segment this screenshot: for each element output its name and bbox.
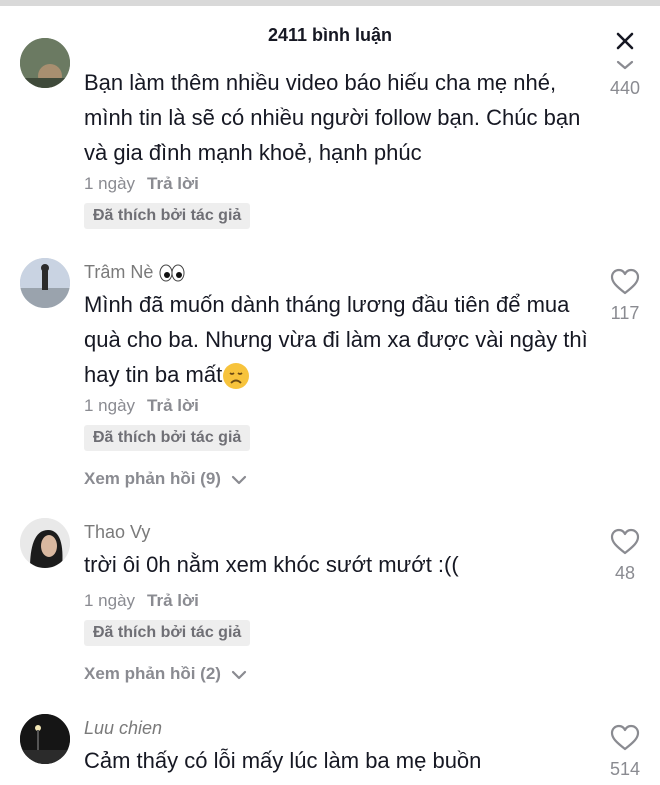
- avatar[interactable]: [20, 258, 70, 308]
- comment-item: Bạn làm thêm nhiều video báo hiếu cha mẹ…: [0, 0, 660, 240]
- avatar-image: [20, 38, 70, 88]
- comment-time: 1 ngày: [84, 396, 136, 415]
- comment-time: 1 ngày: [84, 174, 136, 193]
- view-replies-button[interactable]: Xem phản hồi (9): [84, 469, 248, 489]
- like-count: 514: [609, 759, 641, 779]
- view-replies-button[interactable]: Xem phản hồi (2): [84, 664, 248, 684]
- chevron-down-icon: [616, 60, 634, 70]
- comment-meta: 1 ngày Trả lời: [84, 396, 199, 416]
- comment-text: Bạn làm thêm nhiều video báo hiếu cha mẹ…: [84, 70, 581, 165]
- like-button[interactable]: 440: [600, 58, 650, 99]
- disappointed-face-emoji: [223, 363, 250, 390]
- reply-button[interactable]: Trả lời: [147, 396, 199, 415]
- comment-meta: 1 ngày Trả lời: [84, 174, 199, 194]
- comment-time: 1 ngày: [84, 591, 136, 610]
- liked-by-author-badge: Đã thích bởi tác giả: [84, 425, 251, 451]
- chevron-down-icon: [231, 670, 246, 679]
- heart-outline-icon: [610, 724, 640, 751]
- comment-item: Trâm Nè Mình đã muốn dành tháng lương đầ…: [0, 240, 660, 500]
- like-button[interactable]: 48: [600, 528, 650, 584]
- comment-text: Cảm thấy có lỗi mấy lúc làm ba mẹ buồn: [84, 748, 482, 773]
- comment-item: Thao Vy trời ôi 0h nằm xem khóc sướt mướ…: [0, 500, 660, 710]
- avatar[interactable]: [20, 38, 70, 88]
- username-text: Trâm Nè: [84, 262, 154, 282]
- like-count: 440: [609, 78, 641, 98]
- heart-outline-icon: [610, 528, 640, 555]
- like-button[interactable]: 514: [600, 724, 650, 780]
- like-button[interactable]: 117: [600, 268, 650, 324]
- comment-meta: 1 ngày Trả lời: [84, 591, 199, 611]
- reply-button[interactable]: Trả lời: [147, 591, 199, 610]
- reply-button[interactable]: Trả lời: [147, 174, 199, 193]
- avatar-image: [20, 258, 70, 308]
- view-replies-label: Xem phản hồi (9): [84, 469, 221, 488]
- chevron-down-icon: [231, 475, 246, 484]
- like-count: 117: [610, 303, 640, 323]
- avatar[interactable]: [20, 714, 70, 764]
- heart-outline-icon: [610, 268, 640, 295]
- liked-by-author-badge: Đã thích bởi tác giả: [84, 620, 251, 646]
- avatar-image: [20, 518, 70, 568]
- comment-item: Luu chien Cảm thấy có lỗi mấy lúc làm ba…: [0, 710, 660, 785]
- avatar[interactable]: [20, 518, 70, 568]
- eyes-emoji: [159, 264, 185, 282]
- comment-username[interactable]: Trâm Nè: [84, 262, 186, 283]
- liked-by-author-badge: Đã thích bởi tác giả: [84, 203, 251, 229]
- comment-text: trời ôi 0h nằm xem khóc sướt mướt :((: [84, 552, 459, 577]
- avatar-image: [20, 714, 70, 764]
- comment-username[interactable]: Luu chien: [84, 718, 162, 739]
- comment-text-content: Mình đã muốn dành tháng lương đầu tiên đ…: [84, 292, 588, 387]
- comment-text: Mình đã muốn dành tháng lương đầu tiên đ…: [84, 287, 594, 392]
- view-replies-label: Xem phản hồi (2): [84, 664, 221, 683]
- comment-username[interactable]: Thao Vy: [84, 522, 150, 543]
- like-count: 48: [614, 563, 636, 583]
